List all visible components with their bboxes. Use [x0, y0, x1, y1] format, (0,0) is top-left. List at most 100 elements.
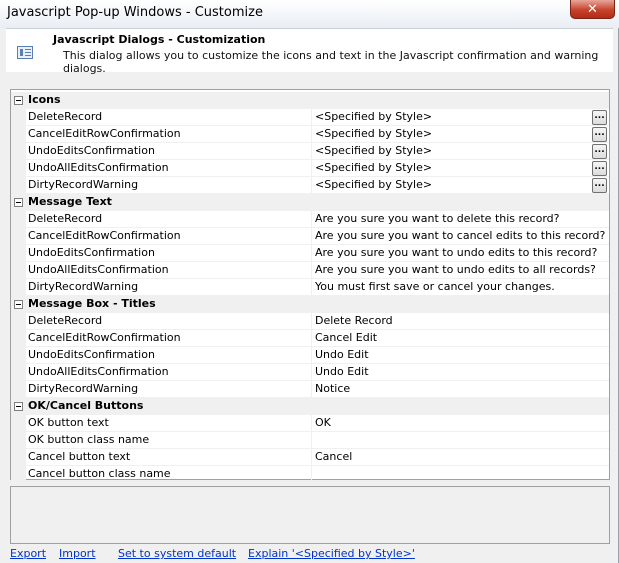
property-row[interactable]: DirtyRecordWarning You must first save or… — [11, 279, 609, 296]
property-row[interactable]: CancelEditRowConfirmation <Specified by S… — [11, 126, 609, 143]
property-value[interactable]: Cancel Edit — [312, 330, 609, 347]
collapse-icon[interactable] — [14, 96, 23, 105]
row-gutter — [11, 245, 26, 262]
property-row[interactable]: UndoEditsConfirmation <Specified by Style… — [11, 143, 609, 160]
property-name: DirtyRecordWarning — [26, 177, 312, 194]
row-gutter — [11, 126, 26, 143]
property-name: DirtyRecordWarning — [26, 381, 312, 398]
property-name: UndoAllEditsConfirmation — [26, 364, 312, 381]
customize-window: Javascript Pop-up Windows - Customize ✕ … — [0, 0, 619, 563]
property-value[interactable]: OK — [312, 415, 609, 432]
property-grid: Icons DeleteRecord <Specified by Style>...… — [10, 89, 610, 483]
row-gutter — [11, 432, 26, 449]
property-row[interactable]: CancelEditRowConfirmation Are you sure yo… — [11, 228, 609, 245]
row-gutter — [11, 211, 26, 228]
ellipsis-button[interactable]: ... — [592, 127, 607, 142]
property-row[interactable]: OK button class name — [11, 432, 609, 449]
property-row[interactable]: DeleteRecord <Specified by Style>... — [11, 109, 609, 126]
close-button[interactable]: ✕ — [570, 0, 615, 19]
group-row[interactable]: Message Box - Titles — [11, 296, 609, 313]
property-row[interactable]: Cancel button text Cancel — [11, 449, 609, 466]
import-link[interactable]: Import — [59, 547, 96, 560]
property-name: CancelEditRowConfirmation — [26, 228, 312, 245]
explain-specified-by-style-link[interactable]: Explain '<Specified by Style>' — [248, 547, 415, 560]
property-value[interactable]: <Specified by Style> — [312, 160, 609, 177]
property-value[interactable]: Notice — [312, 381, 609, 398]
group-label: Message Text — [28, 195, 112, 208]
property-value[interactable]: Delete Record — [312, 313, 609, 330]
row-gutter — [11, 262, 26, 279]
row-gutter — [11, 415, 26, 432]
group-row[interactable]: Icons — [11, 92, 609, 109]
property-value[interactable] — [312, 466, 609, 483]
property-row[interactable]: UndoEditsConfirmation Undo Edit — [11, 347, 609, 364]
property-name: DeleteRecord — [26, 211, 312, 228]
property-name: Cancel button text — [26, 449, 312, 466]
property-row[interactable]: OK button text OK — [11, 415, 609, 432]
property-row[interactable]: DirtyRecordWarning Notice — [11, 381, 609, 398]
property-name: CancelEditRowConfirmation — [26, 126, 312, 143]
property-value[interactable]: Cancel — [312, 449, 609, 466]
row-gutter — [11, 381, 26, 398]
property-row[interactable]: DirtyRecordWarning <Specified by Style>..… — [11, 177, 609, 194]
property-value[interactable] — [312, 432, 609, 449]
export-link[interactable]: Export — [10, 547, 46, 560]
row-gutter — [11, 279, 26, 296]
header-description: This dialog allows you to customize the … — [63, 49, 599, 75]
property-row[interactable]: Cancel button class name — [11, 466, 609, 483]
property-row[interactable]: UndoEditsConfirmation Are you sure you wa… — [11, 245, 609, 262]
ellipsis-button[interactable]: ... — [592, 161, 607, 176]
property-name: DirtyRecordWarning — [26, 279, 312, 296]
row-gutter — [11, 143, 26, 160]
dialog-settings-icon — [17, 46, 33, 59]
property-value[interactable]: <Specified by Style> — [312, 126, 609, 143]
group-row[interactable]: OK/Cancel Buttons — [11, 398, 609, 415]
property-name: CancelEditRowConfirmation — [26, 330, 312, 347]
window-title: Javascript Pop-up Windows - Customize — [7, 5, 263, 20]
property-name: UndoEditsConfirmation — [26, 245, 312, 262]
row-gutter — [11, 347, 26, 364]
property-name: UndoEditsConfirmation — [26, 143, 312, 160]
property-row[interactable]: DeleteRecord Delete Record — [11, 313, 609, 330]
dialog-header: Javascript Dialogs - Customization This … — [6, 28, 613, 75]
property-row[interactable]: UndoAllEditsConfirmation <Specified by St… — [11, 160, 609, 177]
row-gutter — [11, 330, 26, 347]
row-gutter — [11, 313, 26, 330]
property-value[interactable]: <Specified by Style> — [312, 109, 609, 126]
property-value[interactable]: Are you sure you want to undo edits to a… — [312, 262, 609, 279]
collapse-icon[interactable] — [14, 198, 23, 207]
property-value[interactable]: Are you sure you want to cancel edits to… — [312, 228, 609, 245]
ellipsis-button[interactable]: ... — [592, 110, 607, 125]
set-system-default-link[interactable]: Set to system default — [118, 547, 236, 560]
property-value[interactable]: You must first save or cancel your chang… — [312, 279, 609, 296]
row-gutter — [11, 109, 26, 126]
row-gutter — [11, 177, 26, 194]
group-row[interactable]: Message Text — [11, 194, 609, 211]
property-value[interactable]: Are you sure you want to undo edits to t… — [312, 245, 609, 262]
property-value[interactable]: Are you sure you want to delete this rec… — [312, 211, 609, 228]
group-label: Icons — [28, 93, 61, 106]
ellipsis-button[interactable]: ... — [592, 178, 607, 193]
property-row[interactable]: DeleteRecord Are you sure you want to del… — [11, 211, 609, 228]
property-name: UndoEditsConfirmation — [26, 347, 312, 364]
property-row[interactable]: UndoAllEditsConfirmation Undo Edit — [11, 364, 609, 381]
property-name: UndoAllEditsConfirmation — [26, 262, 312, 279]
property-row[interactable]: UndoAllEditsConfirmation Are you sure you… — [11, 262, 609, 279]
row-gutter — [11, 466, 26, 483]
row-gutter — [11, 449, 26, 466]
collapse-icon[interactable] — [14, 402, 23, 411]
property-name: DeleteRecord — [26, 109, 312, 126]
property-value[interactable]: Undo Edit — [312, 364, 609, 381]
property-value[interactable]: <Specified by Style> — [312, 143, 609, 160]
property-name: UndoAllEditsConfirmation — [26, 160, 312, 177]
group-label: Message Box - Titles — [28, 297, 156, 310]
property-value[interactable]: <Specified by Style> — [312, 177, 609, 194]
title-bar: Javascript Pop-up Windows - Customize ✕ — [0, 0, 619, 28]
group-label: OK/Cancel Buttons — [28, 399, 144, 412]
header-title: Javascript Dialogs - Customization — [53, 33, 266, 46]
ellipsis-button[interactable]: ... — [592, 144, 607, 159]
property-name: DeleteRecord — [26, 313, 312, 330]
property-row[interactable]: CancelEditRowConfirmation Cancel Edit — [11, 330, 609, 347]
collapse-icon[interactable] — [14, 300, 23, 309]
property-value[interactable]: Undo Edit — [312, 347, 609, 364]
